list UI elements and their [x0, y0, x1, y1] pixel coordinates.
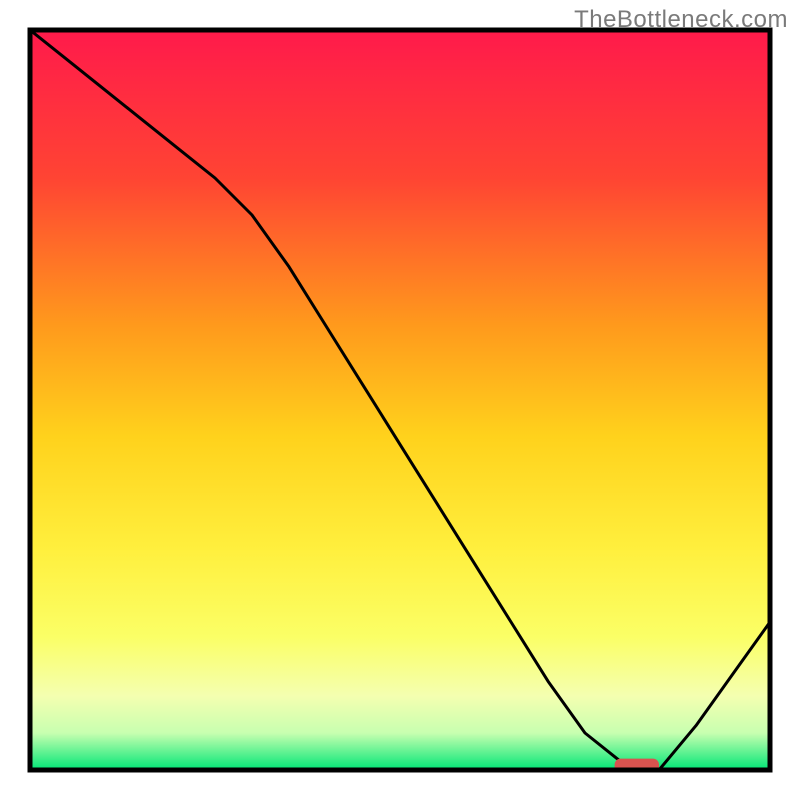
- bottleneck-chart: [0, 0, 800, 800]
- chart-container: TheBottleneck.com: [0, 0, 800, 800]
- watermark-text: TheBottleneck.com: [574, 6, 788, 34]
- plot-background: [30, 30, 770, 770]
